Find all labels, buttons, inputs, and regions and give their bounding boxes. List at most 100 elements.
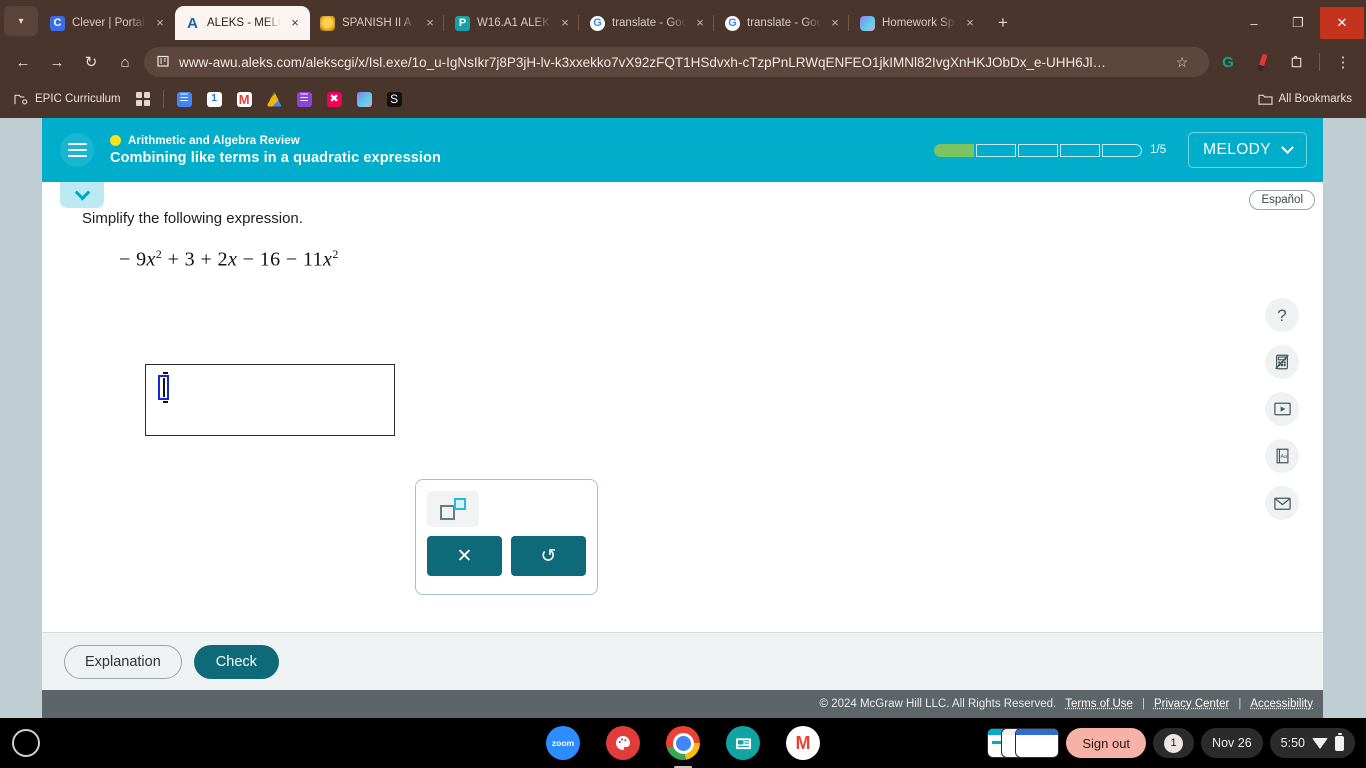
calculator-disabled-icon[interactable] bbox=[1265, 345, 1299, 379]
google-icon: G bbox=[590, 16, 605, 31]
tab-close-icon[interactable]: × bbox=[423, 16, 437, 30]
art-app-icon[interactable] bbox=[606, 726, 640, 760]
exponent-button[interactable] bbox=[427, 491, 479, 527]
explanation-button[interactable]: Explanation bbox=[64, 645, 182, 679]
tab-search-button[interactable]: ▾ bbox=[4, 6, 38, 36]
marker-pen-icon[interactable] bbox=[1247, 47, 1277, 77]
tab-close-icon[interactable]: × bbox=[153, 16, 167, 30]
tab-divider bbox=[443, 15, 444, 31]
browser-tab-translate-1[interactable]: G translate - Google × bbox=[580, 6, 715, 40]
chrome-app-icon[interactable] bbox=[666, 726, 700, 760]
notification-tray[interactable]: 1 bbox=[1153, 728, 1194, 758]
copyright-text: © 2024 McGraw Hill LLC. All Rights Reser… bbox=[820, 698, 1057, 710]
help-icon[interactable]: ? bbox=[1265, 298, 1299, 332]
progress-segments bbox=[934, 144, 1142, 157]
video-play-icon[interactable] bbox=[1265, 392, 1299, 426]
shelf-apps: zoom M bbox=[546, 726, 820, 760]
bookmarks-divider bbox=[163, 90, 164, 108]
home-icon[interactable]: ⌂ bbox=[110, 47, 140, 77]
dictionary-icon[interactable]: Aa bbox=[1265, 439, 1299, 473]
browser-tab-clever[interactable]: C Clever | Portal × bbox=[40, 6, 175, 40]
google-calendar-icon: 1 bbox=[207, 92, 222, 107]
browser-tab-spanish[interactable]: SPANISH II A - Ro × bbox=[310, 6, 445, 40]
tool-rail: ? Aa bbox=[1265, 298, 1299, 520]
tab-title: translate - Google bbox=[747, 17, 821, 29]
launcher-circle-icon[interactable] bbox=[12, 729, 40, 757]
topic-row: Arithmetic and Algebra Review bbox=[110, 135, 441, 147]
check-button[interactable]: Check bbox=[194, 645, 279, 679]
back-icon[interactable]: ← bbox=[8, 47, 38, 77]
bookmark-label: EPIC Curriculum bbox=[35, 93, 121, 105]
status-tray[interactable]: 5:50 bbox=[1270, 728, 1355, 758]
forward-icon[interactable]: → bbox=[42, 47, 72, 77]
bookmark-schoology[interactable]: S bbox=[381, 89, 408, 110]
new-tab-button[interactable]: + bbox=[989, 8, 1017, 36]
progress-count: 1/5 bbox=[1150, 144, 1166, 156]
date-tray[interactable]: Nov 26 bbox=[1201, 728, 1263, 758]
browser-tab-aleks[interactable]: A ALEKS - MELODY × bbox=[175, 6, 310, 40]
gmail-app-icon[interactable]: M bbox=[786, 726, 820, 760]
bookmark-epic-curriculum[interactable]: EPIC Curriculum bbox=[8, 89, 127, 110]
hamburger-menu-icon[interactable] bbox=[60, 133, 94, 167]
bookmark-star-icon[interactable]: ☆ bbox=[1167, 47, 1197, 77]
terms-of-use-link[interactable]: Terms of Use bbox=[1065, 698, 1133, 710]
close-window-button[interactable]: ✕ bbox=[1320, 7, 1364, 39]
bookmark-clever-x[interactable]: ✖ bbox=[321, 89, 348, 110]
bookmark-google-calendar[interactable]: 1 bbox=[201, 89, 228, 110]
tab-close-icon[interactable]: × bbox=[558, 16, 572, 30]
google-keep-icon: ☰ bbox=[297, 92, 312, 107]
user-name: MELODY bbox=[1203, 141, 1271, 159]
answer-input[interactable] bbox=[145, 364, 395, 436]
tab-divider bbox=[848, 15, 849, 31]
site-info-icon[interactable] bbox=[156, 54, 170, 71]
lesson-title-block: Arithmetic and Algebra Review Combining … bbox=[110, 135, 441, 166]
reload-icon[interactable]: ↻ bbox=[76, 47, 106, 77]
progress-segment bbox=[1060, 144, 1100, 157]
privacy-center-link[interactable]: Privacy Center bbox=[1154, 698, 1229, 710]
clever-icon: C bbox=[50, 16, 65, 31]
zoom-app-icon[interactable]: zoom bbox=[546, 726, 580, 760]
all-bookmarks-button[interactable]: All Bookmarks bbox=[1252, 89, 1359, 110]
browser-tab-translate-2[interactable]: G translate - Google × bbox=[715, 6, 850, 40]
email-icon[interactable] bbox=[1265, 486, 1299, 520]
tab-title: Clever | Portal bbox=[72, 17, 146, 29]
accessibility-link[interactable]: Accessibility bbox=[1250, 698, 1313, 710]
tab-title: ALEKS - MELODY bbox=[207, 17, 281, 29]
homework-space-icon bbox=[860, 16, 875, 31]
grammarly-icon[interactable]: G bbox=[1213, 47, 1243, 77]
undo-button[interactable]: ↺ bbox=[511, 536, 586, 576]
folder-settings-icon bbox=[14, 92, 29, 107]
time-label: 5:50 bbox=[1281, 736, 1305, 750]
pear-deck-icon: P bbox=[455, 16, 470, 31]
aleks-header: Arithmetic and Algebra Review Combining … bbox=[42, 118, 1323, 182]
progress-segment bbox=[1102, 144, 1142, 157]
extensions-puzzle-icon[interactable] bbox=[1281, 47, 1311, 77]
user-menu-button[interactable]: MELODY bbox=[1188, 132, 1307, 168]
tab-close-icon[interactable]: × bbox=[693, 16, 707, 30]
minimize-window-button[interactable]: – bbox=[1232, 7, 1276, 39]
bookmark-apps-grid[interactable] bbox=[130, 89, 156, 109]
tab-close-icon[interactable]: × bbox=[963, 16, 977, 30]
bookmark-google-keep[interactable]: ☰ bbox=[291, 89, 318, 110]
maximize-window-button[interactable]: ❐ bbox=[1276, 7, 1320, 39]
tab-close-icon[interactable]: × bbox=[288, 16, 302, 30]
bookmark-gmail[interactable]: M bbox=[231, 89, 258, 110]
browser-menu-icon[interactable]: ⋮ bbox=[1328, 47, 1358, 77]
sign-out-button[interactable]: Sign out bbox=[1066, 728, 1146, 758]
address-bar[interactable]: www-awu.aleks.com/alekscgi/x/Isl.exe/1o_… bbox=[144, 47, 1209, 77]
clear-button[interactable]: ✕ bbox=[427, 536, 502, 576]
tab-close-icon[interactable]: × bbox=[828, 16, 842, 30]
bookmark-google-drive[interactable] bbox=[261, 89, 288, 110]
bookmark-homework-space[interactable] bbox=[351, 89, 378, 110]
news-app-icon[interactable] bbox=[726, 726, 760, 760]
expr-part: x bbox=[228, 249, 237, 271]
chevron-down-icon bbox=[1281, 141, 1294, 154]
window-preview bbox=[1015, 728, 1059, 758]
window-previews[interactable] bbox=[987, 728, 1059, 758]
page-title: Combining like terms in a quadratic expr… bbox=[110, 150, 441, 166]
clever-x-icon: ✖ bbox=[327, 92, 342, 107]
browser-tab-homework-space[interactable]: Homework Space × bbox=[850, 6, 985, 40]
bookmark-google-docs[interactable]: ☰ bbox=[171, 89, 198, 110]
browser-tab-w16a1[interactable]: P W16.A1 ALEKS A × bbox=[445, 6, 580, 40]
progress-segment bbox=[1018, 144, 1058, 157]
